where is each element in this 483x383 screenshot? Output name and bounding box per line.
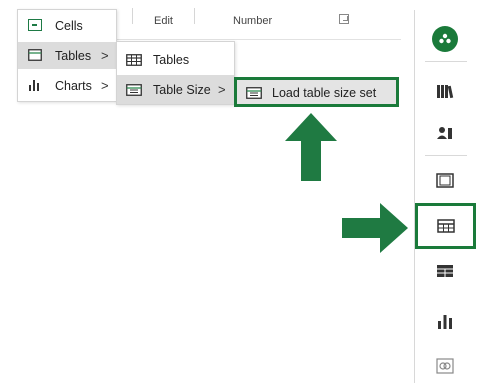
- menu-item-label: Cells: [55, 19, 83, 33]
- menu-item-cells[interactable]: Cells: [18, 12, 116, 39]
- menu-item-label: Tables: [55, 49, 92, 63]
- table-icon: [28, 49, 42, 61]
- panel-button-charts[interactable]: [425, 304, 465, 338]
- annotation-arrow-up-icon: [285, 113, 337, 181]
- menu-item-label: Load table size set: [272, 86, 377, 100]
- ribbon-separator: [132, 8, 133, 24]
- menu-item-label: Tables: [153, 53, 190, 67]
- table-grid-icon: [436, 219, 455, 233]
- menu-item-label: Charts: [55, 79, 92, 93]
- users-icon: [437, 126, 452, 139]
- context-menu-level-3: Load table size set: [234, 77, 399, 107]
- bar-chart-icon: [438, 315, 452, 329]
- table-size-icon: [126, 84, 142, 96]
- menu-item-tables[interactable]: Tables >: [18, 42, 116, 69]
- table-icon: [126, 54, 142, 66]
- ribbon-group-label-edit: Edit: [154, 15, 173, 27]
- panel-divider: [425, 155, 467, 156]
- table-size-icon: [246, 87, 262, 99]
- table-size-icon: [437, 265, 453, 277]
- addin-logo-icon: [432, 26, 458, 52]
- panel-divider: [425, 61, 467, 62]
- cells-icon: [28, 19, 42, 31]
- bar-chart-icon: [28, 79, 42, 91]
- panel-button-frame[interactable]: [425, 163, 465, 197]
- annotation-arrow-right-icon: [342, 203, 408, 253]
- books-icon: [437, 84, 454, 98]
- film-frame-icon: [436, 172, 454, 188]
- panel-button-image-link[interactable]: [425, 349, 465, 383]
- chevron-right-icon: >: [218, 82, 226, 97]
- menu-item-table-size[interactable]: Table Size >: [117, 75, 234, 104]
- dialog-launcher-icon[interactable]: [339, 14, 349, 24]
- menu-item-tables[interactable]: Tables: [117, 45, 234, 74]
- ribbon-fragment: Edit Number: [116, 0, 401, 40]
- image-link-icon: [436, 358, 454, 374]
- chevron-right-icon: >: [101, 48, 109, 63]
- ribbon-group-label-number: Number: [233, 15, 273, 27]
- context-menu-level-2: Tables Table Size >: [116, 41, 235, 105]
- menu-item-charts[interactable]: Charts >: [18, 72, 116, 99]
- panel-button-tables[interactable]: [415, 203, 476, 249]
- panel-button-users[interactable]: [425, 115, 465, 149]
- addin-logo-button[interactable]: [425, 22, 465, 56]
- menu-item-label: Table Size: [153, 83, 211, 97]
- panel-button-books[interactable]: [425, 74, 465, 108]
- addin-side-panel: [414, 10, 476, 383]
- ribbon-separator: [194, 8, 195, 24]
- menu-item-load-table-size-set[interactable]: Load table size set: [237, 80, 396, 104]
- panel-button-table-size[interactable]: [425, 254, 465, 288]
- chevron-right-icon: >: [101, 78, 109, 93]
- context-menu-level-1: Cells Tables > Charts >: [17, 9, 117, 102]
